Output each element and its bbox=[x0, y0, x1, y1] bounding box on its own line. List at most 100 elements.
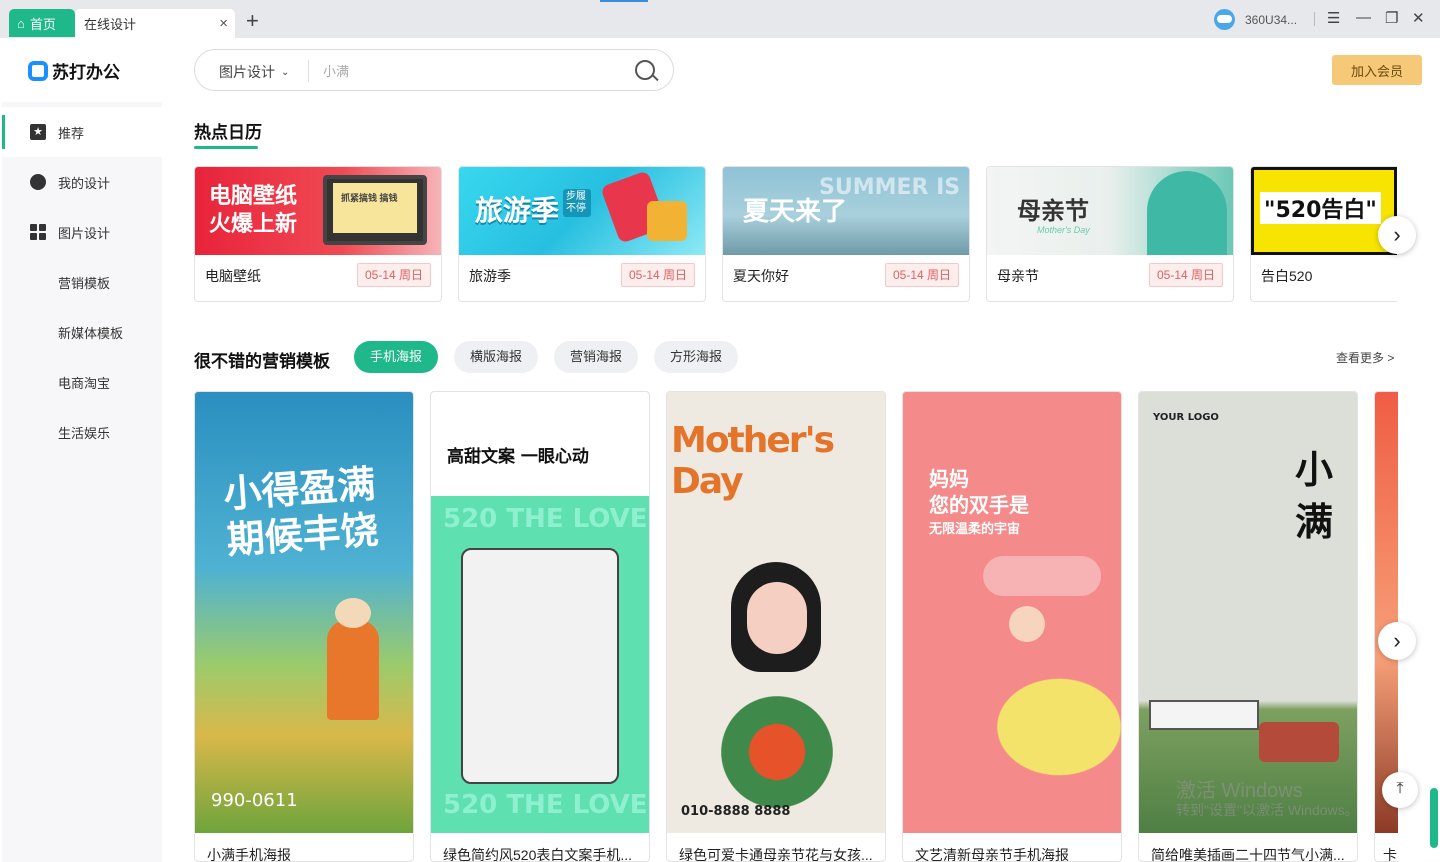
search-input[interactable] bbox=[323, 61, 613, 81]
username: 360U34... bbox=[1245, 13, 1297, 27]
search-icon[interactable] bbox=[635, 60, 655, 80]
template-image: 妈妈 您的双手是 无限温柔的宇宙 bbox=[903, 392, 1121, 833]
scrollbar-thumb[interactable] bbox=[1430, 788, 1438, 848]
template-headline: Mother's Day bbox=[671, 420, 885, 502]
user-icon bbox=[30, 174, 46, 190]
sidebar-item-new-media[interactable]: 新媒体模板 bbox=[2, 307, 162, 357]
app-logo[interactable]: 苏打办公 bbox=[28, 58, 120, 83]
template-headline: 小 满 bbox=[1295, 444, 1333, 548]
silhouette-illustration bbox=[1147, 171, 1227, 255]
avatar bbox=[1214, 9, 1235, 30]
pill-mobile-poster[interactable]: 手机海报 bbox=[354, 341, 438, 373]
hot-card-image: 旅游季 步履不停 bbox=[459, 167, 705, 255]
tab-home[interactable]: ⌂ 首页 bbox=[9, 9, 75, 37]
sidebar-item-recommend[interactable]: ★ 推荐 bbox=[2, 107, 162, 157]
sidebar-item-image-design[interactable]: 图片设计 bbox=[2, 207, 162, 257]
template-headline: 小得盈满 期候丰饶 bbox=[222, 461, 380, 563]
template-card[interactable]: Mother's Day 010-8888 8888 绿色可爱卡通母亲节花与女孩… bbox=[666, 391, 886, 862]
search-category-dropdown[interactable]: 图片设计 ⌄ bbox=[219, 62, 289, 82]
template-card[interactable]: 妈妈 您的双手是 无限温柔的宇宙 文艺清新母亲节手机海报 bbox=[902, 391, 1122, 862]
hot-card-image: "520告白" bbox=[1251, 167, 1397, 255]
sidebar-item-label: 我的设计 bbox=[58, 173, 110, 192]
mother-dress bbox=[963, 652, 1121, 802]
hot-card-banner-sub: Mother's Day bbox=[1037, 225, 1090, 235]
hot-card-banner-text: 母亲节 bbox=[1017, 191, 1089, 226]
woman-face bbox=[747, 582, 807, 654]
title-bar: ⌂ 首页 在线设计 × + 360U34... ☰ — ❐ ✕ bbox=[0, 0, 1440, 38]
laptop-screen-text: 抓紧搞钱 搞钱 bbox=[341, 191, 398, 204]
sidebar-item-label: 营销模板 bbox=[58, 273, 110, 292]
template-name: 文艺清新母亲节手机海报 bbox=[915, 845, 1069, 862]
activation-watermark-sub: 转到"设置"以激活 Windows。 bbox=[1176, 800, 1359, 820]
hot-card-date: 05-14 周日 bbox=[357, 263, 431, 287]
close-window-icon[interactable]: ✕ bbox=[1412, 9, 1425, 27]
grid-icon bbox=[30, 224, 46, 240]
hot-card-date: 05-14 周日 bbox=[885, 263, 959, 287]
house-illustration bbox=[1149, 700, 1259, 730]
sidebar-item-label: 生活娱乐 bbox=[58, 423, 110, 442]
template-card[interactable]: 小得盈满 期候丰饶 990-0611 小满手机海报 bbox=[194, 391, 414, 862]
user-account[interactable]: 360U34... bbox=[1214, 9, 1297, 30]
hot-card[interactable]: SUMMER IS 夏天来了 夏天你好 05-14 周日 bbox=[722, 166, 970, 302]
logo-text: 苏打办公 bbox=[52, 58, 120, 83]
back-to-top-icon[interactable]: ⤒ bbox=[1382, 772, 1418, 808]
cloud-bubble bbox=[983, 556, 1101, 596]
see-more-link[interactable]: 查看更多 > bbox=[1336, 349, 1394, 366]
pill-marketing-poster[interactable]: 营销海报 bbox=[554, 341, 638, 373]
pill-horizontal-poster[interactable]: 横版海报 bbox=[454, 341, 538, 373]
scarecrow-illustration bbox=[327, 620, 379, 720]
scrollbar[interactable] bbox=[1430, 166, 1438, 862]
hot-card-name: 母亲节 bbox=[997, 266, 1039, 286]
template-tag: YOUR LOGO bbox=[1153, 412, 1219, 423]
hot-card[interactable]: 旅游季 步履不停 旅游季 05-14 周日 bbox=[458, 166, 706, 302]
search-bar: 图片设计 ⌄ bbox=[194, 49, 674, 91]
hot-card[interactable]: "520告白" 告白520 bbox=[1250, 166, 1397, 302]
chevron-right-icon[interactable]: › bbox=[1378, 216, 1416, 254]
sidebar-item-marketing[interactable]: 营销模板 bbox=[2, 257, 162, 307]
template-card[interactable]: 高甜文案 一眼心动 520 THE LOVE 520 THE LOVE 绿色简约… bbox=[430, 391, 650, 862]
mother-face bbox=[1009, 606, 1045, 642]
add-tab-button[interactable]: + bbox=[246, 8, 259, 34]
hot-card-name: 夏天你好 bbox=[733, 266, 789, 286]
template-tag: 520 THE LOVE bbox=[443, 504, 648, 534]
template-image: YOUR LOGO 小 满 bbox=[1139, 392, 1357, 833]
laptop-screen: 抓紧搞钱 搞钱 bbox=[333, 183, 417, 233]
search-divider bbox=[308, 60, 309, 82]
hot-card-name: 告白520 bbox=[1261, 266, 1312, 286]
laptop-illustration: 抓紧搞钱 搞钱 bbox=[323, 175, 427, 245]
hot-card-name: 电脑壁纸 bbox=[205, 266, 261, 286]
menu-icon[interactable]: ☰ bbox=[1327, 9, 1340, 27]
tab-online-design[interactable]: 在线设计 × bbox=[75, 9, 235, 38]
template-tag: 无限温柔的宇宙 bbox=[929, 518, 1020, 537]
template-headline: 妈妈 您的双手是 bbox=[929, 466, 1029, 518]
chevron-down-icon: ⌄ bbox=[281, 67, 289, 78]
hot-card-banner-text: 旅游季 bbox=[475, 189, 559, 229]
close-tab-icon[interactable]: × bbox=[219, 15, 228, 32]
pill-square-poster[interactable]: 方形海报 bbox=[654, 341, 738, 373]
sidebar-item-ecommerce[interactable]: 电商淘宝 bbox=[2, 357, 162, 407]
sidebar-item-label: 推荐 bbox=[58, 123, 84, 142]
bag-illustration bbox=[647, 201, 687, 241]
sidebar-item-label: 电商淘宝 bbox=[58, 373, 110, 392]
hot-card-date: 05-14 周日 bbox=[1149, 263, 1223, 287]
tab-home-label: 首页 bbox=[30, 14, 56, 33]
hot-card[interactable]: 母亲节 Mother's Day 母亲节 05-14 周日 bbox=[986, 166, 1234, 302]
hot-card[interactable]: 电脑壁纸 火爆上新 抓紧搞钱 搞钱 电脑壁纸 05-14 周日 bbox=[194, 166, 442, 302]
template-image bbox=[1375, 392, 1398, 833]
template-image: Mother's Day 010-8888 8888 bbox=[667, 392, 885, 833]
sidebar-item-lifestyle[interactable]: 生活娱乐 bbox=[2, 407, 162, 457]
template-name: 简给唯美插画二十四节气小满... bbox=[1151, 845, 1345, 862]
hot-card-banner-text: "520告白" bbox=[1260, 192, 1381, 224]
minimize-icon[interactable]: — bbox=[1356, 9, 1371, 26]
chevron-right-icon[interactable]: › bbox=[1378, 622, 1416, 660]
home-icon: ⌂ bbox=[17, 16, 25, 31]
sidebar-item-my-design[interactable]: 我的设计 bbox=[2, 157, 162, 207]
template-name: 绿色可爱卡通母亲节花与女孩... bbox=[679, 845, 873, 862]
hot-card-banner-sub: 步履不停 bbox=[563, 189, 591, 217]
hot-card-image: 电脑壁纸 火爆上新 抓紧搞钱 搞钱 bbox=[195, 167, 441, 255]
top-indicator bbox=[600, 0, 648, 2]
hot-calendar-title: 热点日历 bbox=[194, 118, 262, 143]
template-name: 小满手机海报 bbox=[207, 845, 291, 862]
join-vip-button[interactable]: 加入会员 bbox=[1332, 55, 1422, 85]
maximize-icon[interactable]: ❐ bbox=[1385, 9, 1398, 27]
